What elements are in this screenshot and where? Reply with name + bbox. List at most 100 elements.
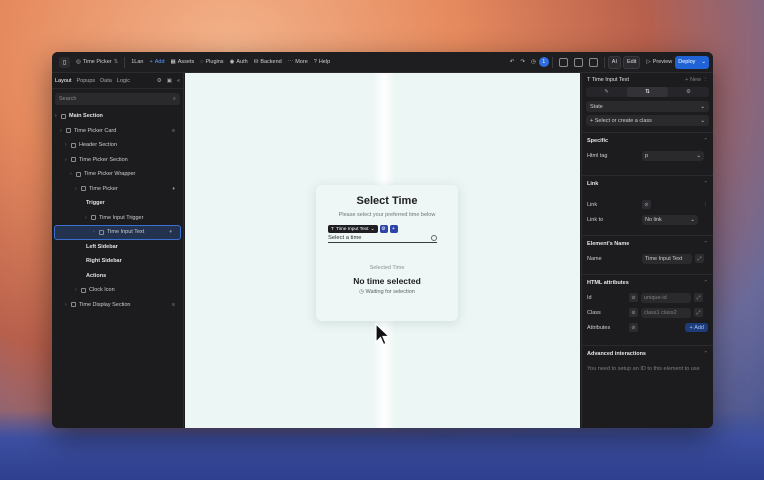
- specific-section-header[interactable]: Specific ⌃: [582, 132, 713, 148]
- element-name-section-header[interactable]: Element's Name ⌃: [582, 235, 713, 251]
- tree-item[interactable]: › Time Picker Wrapper: [52, 167, 183, 182]
- name-value: Time Input Text: [645, 255, 683, 262]
- preview-button[interactable]: ▷ Preview: [643, 56, 675, 69]
- properties-tabs: ✎ ⇅ ⚙: [586, 87, 709, 97]
- tree-item[interactable]: › Header Section: [52, 138, 183, 153]
- more-icon[interactable]: ⋮: [703, 202, 709, 208]
- text-icon: T: [331, 226, 334, 232]
- state-label: State: [590, 103, 603, 110]
- chevron-up-icon: ⌃: [703, 180, 708, 187]
- attributes-bind-button[interactable]: ⊘: [629, 323, 638, 332]
- add-attribute-button[interactable]: + Add: [685, 323, 708, 332]
- help-button[interactable]: ? Help: [311, 56, 333, 69]
- history-button[interactable]: ◷: [528, 56, 539, 69]
- project-selector[interactable]: ◎ Time Picker ⇅: [73, 56, 121, 69]
- tab-popups[interactable]: Popups: [77, 78, 96, 84]
- id-bind-button[interactable]: ⊘: [629, 293, 638, 302]
- design-canvas[interactable]: Select Time Please select your preferred…: [185, 73, 580, 428]
- plugins-button[interactable]: ◌ Plugins: [197, 56, 226, 69]
- gear-icon: ⚙: [381, 226, 386, 232]
- backend-button[interactable]: ⛁ Backend: [251, 56, 285, 69]
- avatar[interactable]: 1: [538, 57, 549, 67]
- settings-icon[interactable]: ⚙: [157, 78, 162, 84]
- link-to-select[interactable]: No link ⌄: [642, 214, 698, 225]
- more-icon[interactable]: ⋮: [703, 77, 709, 83]
- html-attributes-section-header[interactable]: HTML attributes ⌃: [582, 274, 713, 290]
- expand-button[interactable]: ⤢: [695, 254, 704, 263]
- id-row: Id ⊘ unique-id ⤢: [582, 290, 713, 305]
- element-more-button[interactable]: +: [389, 225, 398, 233]
- selected-element-chip[interactable]: T Time Input Text ⌄: [328, 225, 378, 233]
- chevron-updown-icon: ⇅: [113, 59, 119, 65]
- tree-item[interactable]: › Time Input Trigger: [52, 211, 183, 226]
- deploy-button[interactable]: Deploy ⌄: [675, 55, 709, 69]
- element-settings-button[interactable]: ⚙: [379, 225, 388, 233]
- tree-item[interactable]: › Time Input Text ♦: [54, 225, 181, 240]
- tree-item[interactable]: Right Sidebar: [52, 254, 183, 269]
- tab-logic[interactable]: Logic: [117, 78, 130, 84]
- tree-item[interactable]: › Time Picker ♦: [52, 182, 183, 197]
- clock-icon: ◷: [359, 289, 364, 295]
- desktop-view-button[interactable]: [556, 56, 571, 69]
- tablet-view-button[interactable]: [571, 56, 586, 69]
- node-icon: [71, 142, 76, 148]
- collapse-icon[interactable]: «: [177, 78, 180, 84]
- layers-icon[interactable]: ▣: [167, 78, 172, 84]
- auth-button[interactable]: ◉ Auth: [227, 56, 251, 69]
- add-button[interactable]: + Add: [147, 56, 168, 69]
- tree-item-label: Time Picker Section: [79, 156, 128, 163]
- class-input[interactable]: class1 class2: [641, 307, 691, 318]
- tab-style[interactable]: ✎: [586, 87, 627, 97]
- class-expand-button[interactable]: ⤢: [694, 308, 703, 317]
- component-badge-icon: ≡: [171, 301, 175, 308]
- id-expand-button[interactable]: ⤢: [694, 293, 703, 302]
- redo-button[interactable]: ↷: [517, 56, 528, 69]
- tree-item[interactable]: › Main Section: [52, 109, 183, 124]
- html-tag-select[interactable]: p ⌄: [642, 150, 704, 161]
- tab-layout[interactable]: Layout: [55, 78, 72, 84]
- sidebar-tabs: Layout Popups Data Logic ⚙ ▣ «: [52, 73, 183, 89]
- class-select[interactable]: + Select or create a class ⌄: [586, 115, 709, 126]
- name-input[interactable]: Time Input Text: [642, 253, 692, 264]
- tree-item[interactable]: Trigger: [52, 196, 183, 211]
- link-section-header[interactable]: Link ⌃: [582, 175, 713, 191]
- layers-search-input[interactable]: Search ⌕: [55, 93, 180, 105]
- assets-button[interactable]: ▦ Assets: [168, 56, 198, 69]
- more-button[interactable]: ⋯ More: [285, 56, 311, 69]
- tree-item[interactable]: › Time Picker Card ≡: [52, 124, 183, 139]
- link-toggle[interactable]: ⊘: [642, 200, 651, 209]
- time-input-field[interactable]: Select a time: [328, 234, 437, 243]
- advanced-hint-text: You need to setup an ID to this element …: [587, 365, 700, 372]
- plugin-icon: ◌: [200, 59, 204, 65]
- advanced-hint: You need to setup an ID to this element …: [582, 361, 713, 376]
- play-icon: ▷: [646, 59, 651, 65]
- ai-button[interactable]: AI: [607, 55, 621, 69]
- tree-item[interactable]: › Clock Icon: [52, 283, 183, 298]
- tree-item[interactable]: Left Sidebar: [52, 240, 183, 255]
- card-subtitle: Please select your preferred time below: [338, 212, 436, 218]
- id-input[interactable]: unique-id: [641, 292, 691, 303]
- link-icon: ⊘: [631, 294, 636, 301]
- state-select[interactable]: State ⌄: [586, 101, 709, 112]
- tree-item[interactable]: Actions: [52, 269, 183, 284]
- app-menu-button[interactable]: ▯: [56, 56, 73, 69]
- time-input-placeholder: Select a time: [328, 235, 362, 241]
- tree-item[interactable]: › Time Picker Section: [52, 153, 183, 168]
- selected-time-value: No time selected: [353, 276, 421, 286]
- class-bind-button[interactable]: ⊘: [629, 308, 638, 317]
- new-button[interactable]: + New: [685, 77, 701, 83]
- undo-button[interactable]: ↶: [507, 56, 518, 69]
- chevron-up-icon: ⌃: [703, 350, 708, 357]
- advanced-section-header[interactable]: Advanced interactions ⌃: [582, 345, 713, 361]
- page-selector[interactable]: 1Lan: [128, 56, 146, 69]
- tab-interactions[interactable]: ⚙: [668, 87, 709, 97]
- time-picker-card[interactable]: Select Time Please select your preferred…: [316, 185, 458, 321]
- more-label: More: [295, 59, 308, 65]
- tab-settings[interactable]: ⇅: [627, 87, 668, 97]
- mobile-view-button[interactable]: [586, 56, 601, 69]
- edit-mode-button[interactable]: Edit: [622, 55, 641, 69]
- tab-data[interactable]: Data: [100, 78, 112, 84]
- tree-item[interactable]: › Time Display Section ≡: [52, 298, 183, 313]
- help-label: Help: [318, 59, 331, 65]
- more-icon: ⋯: [287, 59, 294, 65]
